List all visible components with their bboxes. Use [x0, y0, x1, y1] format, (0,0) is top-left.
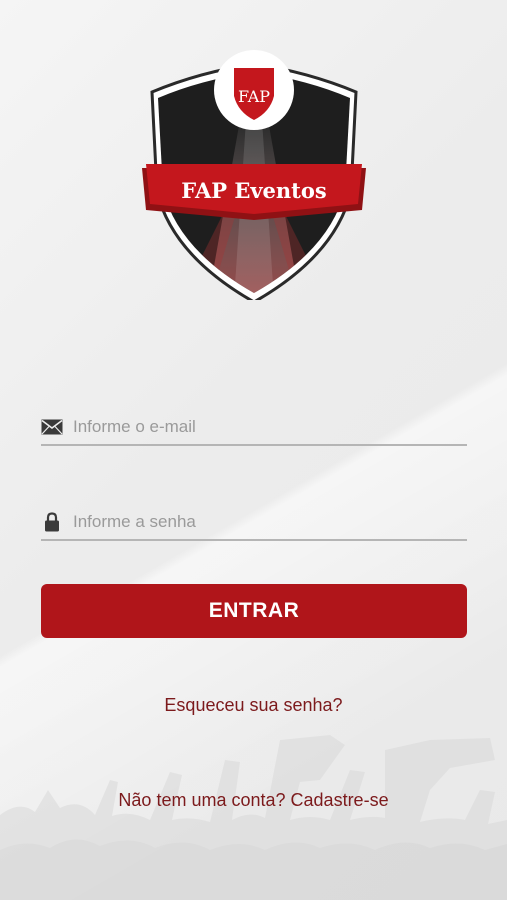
signup-prompt: Não tem uma conta? — [118, 790, 286, 810]
lock-icon — [41, 512, 63, 532]
logo-monogram: FAP — [238, 87, 270, 106]
fap-eventos-logo: FAP Eventos FAP — [140, 50, 368, 300]
signup-row: Não tem uma conta? Cadastre-se — [0, 790, 507, 811]
email-input[interactable] — [73, 412, 467, 442]
email-field[interactable] — [41, 410, 467, 446]
envelope-icon — [41, 417, 63, 437]
forgot-password-link[interactable]: Esqueceu sua senha? — [0, 695, 507, 716]
signup-link[interactable]: Cadastre-se — [291, 790, 389, 810]
logo-title: FAP Eventos — [181, 178, 326, 203]
password-input[interactable] — [73, 507, 467, 537]
password-field[interactable] — [41, 505, 467, 541]
login-button[interactable]: ENTRAR — [41, 584, 467, 638]
